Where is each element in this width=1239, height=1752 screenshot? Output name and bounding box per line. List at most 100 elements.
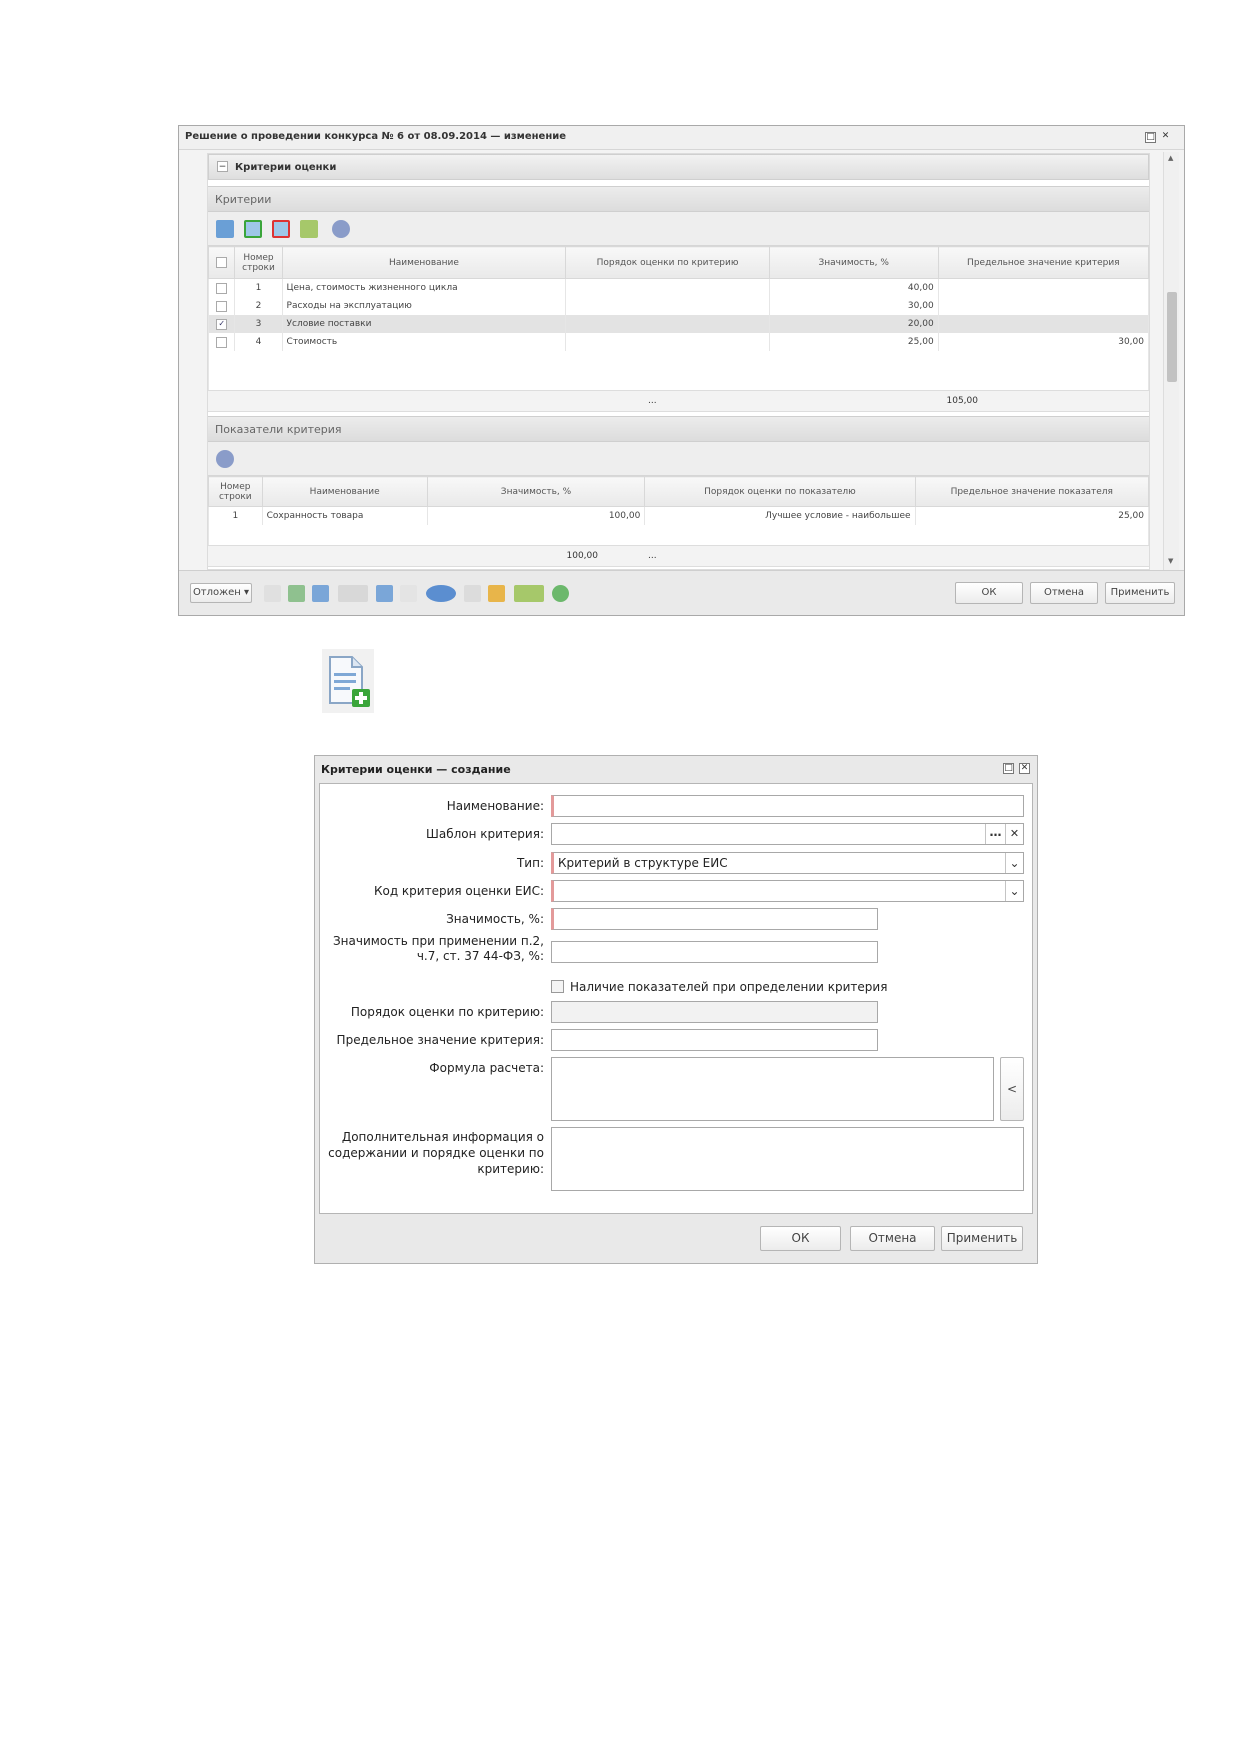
template-label: Шаблон критерия: bbox=[426, 827, 544, 841]
info-textarea[interactable] bbox=[551, 1127, 1024, 1191]
check-icon[interactable] bbox=[552, 585, 569, 602]
col-header[interactable]: Наименование bbox=[261, 476, 428, 507]
attach-icon[interactable] bbox=[376, 585, 393, 602]
type-select[interactable]: Критерий в структуре ЕИС ⌄ bbox=[551, 852, 1024, 874]
globe-icon[interactable] bbox=[426, 585, 456, 602]
maximize-icon[interactable]: □ bbox=[1003, 763, 1014, 774]
export-icon[interactable] bbox=[300, 220, 318, 238]
section-title: Критерии оценки bbox=[235, 162, 337, 173]
row-limit: 30,00 bbox=[937, 333, 1149, 351]
col-header[interactable]: Наименование bbox=[281, 246, 567, 279]
export-icon[interactable] bbox=[514, 585, 544, 602]
row-limit bbox=[937, 315, 1149, 333]
row-weight: 40,00 bbox=[768, 278, 939, 297]
maximize-icon[interactable]: □ bbox=[1145, 132, 1156, 143]
info-label: Дополнительная информация о содержании и… bbox=[320, 1129, 544, 1177]
apply-button[interactable]: Применить bbox=[941, 1226, 1023, 1251]
folder-icon[interactable] bbox=[488, 585, 505, 602]
row-limit bbox=[937, 297, 1149, 315]
col-header[interactable]: Порядок оценки по показателю bbox=[644, 476, 916, 507]
close-icon[interactable]: ✕ bbox=[1019, 763, 1030, 774]
status-dropdown-label: Отложен bbox=[192, 587, 241, 598]
window-bottom-toolbar: Отложен ▾ ОК Отмена Применить bbox=[179, 570, 1184, 615]
apply-button[interactable]: Применить bbox=[1105, 582, 1175, 604]
col-header[interactable]: Значимость, % bbox=[768, 246, 939, 279]
row-order bbox=[565, 278, 770, 297]
cancel-button[interactable]: Отмена bbox=[1030, 582, 1098, 604]
dialog-form: Наименование: Шаблон критерия: … ✕ Тип: … bbox=[319, 783, 1033, 1214]
col-header[interactable]: Предельное значение критерия bbox=[937, 246, 1149, 279]
limit-input[interactable] bbox=[551, 1029, 878, 1051]
edit-icon[interactable] bbox=[216, 220, 234, 238]
link-icon[interactable] bbox=[400, 585, 417, 602]
row-limit: 25,00 bbox=[914, 506, 1149, 525]
chevron-down-icon[interactable]: ⌄ bbox=[1005, 881, 1023, 901]
table-row[interactable]: ✓ 3 Условие поставки 20,00 bbox=[208, 315, 1149, 333]
summary-dots: ... bbox=[648, 551, 657, 561]
name-input[interactable] bbox=[551, 795, 1024, 817]
type-label: Тип: bbox=[516, 856, 544, 870]
status-dropdown[interactable]: Отложен ▾ bbox=[190, 583, 252, 603]
add-row-icon[interactable] bbox=[244, 220, 262, 238]
undo-icon[interactable] bbox=[312, 585, 329, 602]
table-row[interactable]: 2 Расходы на эксплуатацию 30,00 bbox=[208, 297, 1149, 315]
row-number: 4 bbox=[234, 333, 283, 351]
row-checkbox[interactable] bbox=[208, 278, 236, 297]
print-icon[interactable] bbox=[338, 585, 368, 602]
formula-textarea[interactable] bbox=[551, 1057, 994, 1121]
settings-icon[interactable] bbox=[216, 450, 234, 468]
scroll-down-icon[interactable]: ▼ bbox=[1168, 557, 1173, 565]
limit-label: Предельное значение критерия: bbox=[336, 1033, 544, 1047]
row-name: Расходы на эксплуатацию bbox=[281, 297, 567, 315]
col-header[interactable]: Предельное значение показателя bbox=[914, 476, 1149, 507]
section-header[interactable]: − Критерии оценки bbox=[208, 154, 1149, 180]
col-header[interactable]: Номер строки bbox=[208, 476, 263, 507]
ok-button[interactable]: ОК bbox=[955, 582, 1023, 604]
template-input[interactable]: … ✕ bbox=[551, 823, 1024, 845]
chevron-down-icon[interactable]: ⌄ bbox=[1005, 853, 1023, 873]
row-checkbox[interactable] bbox=[208, 333, 236, 351]
row-weight: 20,00 bbox=[768, 315, 939, 333]
weight2-input[interactable] bbox=[551, 941, 878, 963]
col-header[interactable]: Значимость, % bbox=[426, 476, 646, 507]
indicators-checkbox[interactable] bbox=[551, 980, 564, 993]
scroll-up-icon[interactable]: ▲ bbox=[1168, 154, 1173, 162]
summary-dots: ... bbox=[648, 396, 657, 406]
table-row[interactable]: 4 Стоимость 25,00 30,00 bbox=[208, 333, 1149, 351]
close-icon[interactable]: ✕ bbox=[1160, 132, 1171, 143]
browse-icon[interactable]: … bbox=[985, 824, 1005, 844]
refresh-icon[interactable] bbox=[288, 585, 305, 602]
row-number: 1 bbox=[234, 278, 283, 297]
row-checkbox[interactable] bbox=[208, 297, 236, 315]
criterion-create-dialog: Критерии оценки — создание □ ✕ Наименова… bbox=[314, 755, 1038, 1264]
weight2-label: Значимость при применении п.2, ч.7, ст. … bbox=[320, 934, 544, 964]
formula-expand-button[interactable]: < bbox=[1000, 1057, 1024, 1121]
table-row[interactable]: 1 Цена, стоимость жизненного цикла 40,00 bbox=[208, 278, 1149, 297]
collapse-icon[interactable]: − bbox=[217, 161, 228, 172]
delete-row-icon[interactable] bbox=[272, 220, 290, 238]
name-label: Наименование: bbox=[446, 799, 544, 813]
weight-input[interactable] bbox=[551, 908, 878, 930]
indicators-total: 100,00 bbox=[566, 551, 599, 561]
document-icon[interactable] bbox=[264, 585, 281, 602]
scroll-thumb[interactable] bbox=[1167, 292, 1177, 382]
window-title: Решение о проведении конкурса № 6 от 08.… bbox=[185, 131, 567, 142]
row-name: Сохранность товара bbox=[261, 506, 428, 525]
col-header[interactable]: Номер строки bbox=[234, 246, 283, 279]
ok-button[interactable]: ОК bbox=[760, 1226, 841, 1251]
indicators-summary-row: 100,00 ... bbox=[208, 545, 1149, 567]
cancel-button[interactable]: Отмена bbox=[850, 1226, 935, 1251]
col-header[interactable]: Порядок оценки по критерию bbox=[565, 246, 770, 279]
row-order: Лучшее условие - наибольшее bbox=[644, 506, 916, 525]
clear-icon[interactable]: ✕ bbox=[1005, 824, 1023, 844]
row-checkbox[interactable]: ✓ bbox=[208, 315, 236, 333]
indicators-group-title: Показатели критерия bbox=[215, 423, 342, 436]
vertical-scrollbar[interactable]: ▲ ▼ bbox=[1163, 152, 1179, 570]
row-weight: 30,00 bbox=[768, 297, 939, 315]
archive-icon[interactable] bbox=[464, 585, 481, 602]
select-all-checkbox[interactable] bbox=[208, 246, 236, 279]
table-row[interactable]: 1 Сохранность товара 100,00 Лучшее условие … bbox=[208, 506, 1149, 525]
settings-icon[interactable] bbox=[332, 220, 350, 238]
info-label-line2: содержании и порядке оценки по bbox=[328, 1146, 544, 1160]
eis-code-select[interactable]: ⌄ bbox=[551, 880, 1024, 902]
